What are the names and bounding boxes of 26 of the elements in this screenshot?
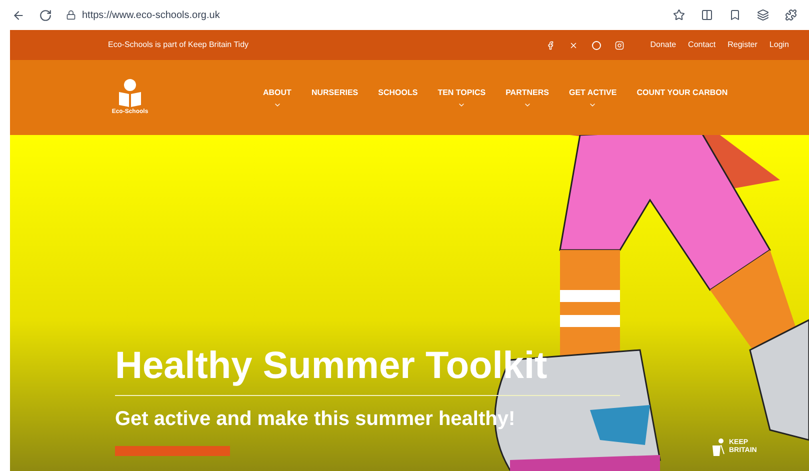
split-screen-icon[interactable] xyxy=(701,9,713,21)
nav-item[interactable]: TEN TOPICS xyxy=(438,86,486,108)
top-link[interactable]: Contact xyxy=(688,39,716,51)
nav-item[interactable]: PARTNERS xyxy=(506,86,549,108)
lock-icon xyxy=(66,10,76,20)
top-link[interactable]: Login xyxy=(769,39,789,51)
nav-item[interactable]: NURSERIES xyxy=(311,86,358,108)
nav-item[interactable]: SCHOOLS xyxy=(378,86,418,108)
top-link[interactable]: Donate xyxy=(650,39,676,51)
person-bin-icon xyxy=(712,438,726,456)
tagline: Eco-Schools is part of Keep Britain Tidy xyxy=(108,39,249,51)
top-link[interactable]: Register xyxy=(728,39,758,51)
nav-item[interactable]: GET ACTIVE xyxy=(568,86,617,108)
address-bar[interactable]: https://www.eco-schools.org.uk xyxy=(82,8,220,22)
logo-icon[interactable] xyxy=(117,78,143,108)
nav-item[interactable]: ABOUT xyxy=(263,86,292,108)
instagram-icon[interactable] xyxy=(615,40,624,50)
extensions-icon[interactable] xyxy=(785,9,797,21)
facebook-icon[interactable] xyxy=(546,40,556,50)
reload-icon[interactable] xyxy=(39,8,52,22)
x-icon[interactable] xyxy=(569,40,578,50)
favorite-icon[interactable] xyxy=(673,9,685,21)
collections-icon[interactable] xyxy=(757,9,769,21)
back-icon[interactable] xyxy=(12,8,25,22)
nav-item[interactable]: COUNT YOUR CARBON xyxy=(636,86,728,108)
bookmark-icon[interactable] xyxy=(729,9,741,21)
